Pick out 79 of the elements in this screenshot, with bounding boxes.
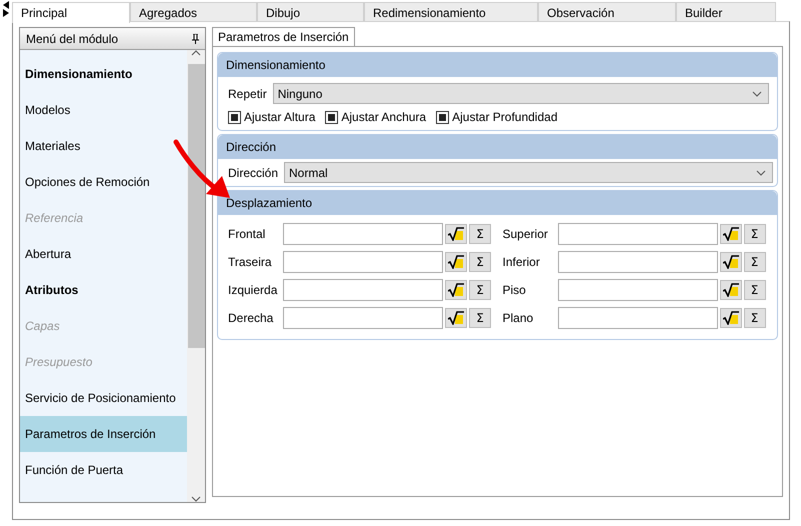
square-root-icon xyxy=(448,227,464,241)
input-field[interactable] xyxy=(283,279,443,301)
formula-button[interactable] xyxy=(445,224,467,244)
pin-icon[interactable] xyxy=(192,34,199,44)
checkbox[interactable] xyxy=(436,110,450,124)
scroll-down-icon xyxy=(191,496,201,502)
formula-button[interactable] xyxy=(445,252,467,272)
square-root-icon xyxy=(722,283,738,297)
dropdown[interactable]: Normal xyxy=(284,162,773,183)
dropdown[interactable]: Ninguno xyxy=(272,83,769,104)
input-field[interactable] xyxy=(283,251,443,273)
field-label: Repetir xyxy=(228,86,267,100)
formula-button[interactable] xyxy=(720,308,742,328)
menu-item[interactable]: Servicio de Posicionamiento xyxy=(20,380,187,416)
square-root-icon xyxy=(722,311,738,325)
menu-item[interactable]: Parametros de Inserción xyxy=(20,416,187,452)
sum-button[interactable]: Σ xyxy=(744,280,766,300)
checkbox-label: Ajustar Profundidad xyxy=(452,110,558,124)
checkbox-label: Ajustar Altura xyxy=(244,110,316,124)
square-root-icon xyxy=(448,255,464,269)
tab[interactable]: Redimensionamiento xyxy=(364,2,538,22)
field-label: Superior xyxy=(502,227,549,241)
sum-button[interactable]: Σ xyxy=(744,308,766,328)
right-arrow-icon[interactable] xyxy=(2,9,10,17)
menu-item[interactable]: Función de Puerta xyxy=(20,452,187,488)
scrollbar-thumb[interactable] xyxy=(188,64,204,348)
field-label: Frontal xyxy=(228,227,266,241)
sum-button[interactable]: Σ xyxy=(744,224,766,244)
input-field[interactable] xyxy=(558,251,718,273)
menu-item[interactable]: Dimensionamiento xyxy=(20,56,187,92)
input-field[interactable] xyxy=(558,223,718,245)
scrollbar[interactable] xyxy=(187,50,205,502)
tab[interactable]: Dibujo xyxy=(257,2,364,22)
tab[interactable]: Parametros de Inserción xyxy=(212,27,355,46)
sum-button[interactable]: Σ xyxy=(744,252,766,272)
menu-item[interactable]: Atributos xyxy=(20,272,187,308)
sum-button[interactable]: Σ xyxy=(469,308,491,328)
formula-button[interactable] xyxy=(445,308,467,328)
field-label: Traseira xyxy=(228,255,273,269)
tab[interactable]: Observación xyxy=(538,2,676,22)
section-title: Desplazamiento xyxy=(226,196,312,210)
menu-item[interactable]: Opciones de Remoción xyxy=(20,164,187,200)
sum-button[interactable]: Σ xyxy=(469,252,491,272)
sum-button[interactable]: Σ xyxy=(469,224,491,244)
square-root-icon xyxy=(448,283,464,297)
chevron-down-icon xyxy=(756,170,766,176)
field-label: Piso xyxy=(502,283,527,297)
checkbox[interactable] xyxy=(228,110,241,124)
checkbox[interactable] xyxy=(325,110,338,124)
input-field[interactable] xyxy=(283,223,443,245)
field-label: Derecha xyxy=(228,311,274,325)
formula-button[interactable] xyxy=(720,280,742,300)
section-title: Dirección xyxy=(226,140,276,154)
chevron-down-icon xyxy=(752,90,762,96)
field-label: Dirección xyxy=(228,166,278,180)
formula-button[interactable] xyxy=(720,224,742,244)
menu-item[interactable]: Materiales xyxy=(20,128,187,164)
checkbox-label: Ajustar Anchura xyxy=(341,110,426,124)
tab[interactable]: Principal xyxy=(12,2,130,23)
field-label: Plano xyxy=(502,311,534,325)
formula-button[interactable] xyxy=(445,280,467,300)
scroll-up-icon[interactable] xyxy=(191,50,201,56)
tab[interactable]: Agregados xyxy=(130,2,257,22)
tab[interactable]: Builder xyxy=(676,2,776,22)
sum-button[interactable]: Σ xyxy=(469,280,491,300)
section-title: Dimensionamiento xyxy=(226,58,326,72)
menu-item[interactable]: Abertura xyxy=(20,236,187,272)
menu-item[interactable]: Modelos xyxy=(20,92,187,128)
input-field[interactable] xyxy=(558,279,718,301)
field-label: Izquierda xyxy=(228,283,278,297)
formula-button[interactable] xyxy=(720,252,742,272)
square-root-icon xyxy=(448,311,464,325)
input-field[interactable] xyxy=(283,307,443,329)
square-root-icon xyxy=(722,255,738,269)
module-menu-title: Menú del módulo xyxy=(26,32,118,46)
left-arrow-icon[interactable] xyxy=(2,1,10,9)
field-label: Inferior xyxy=(502,255,541,269)
square-root-icon xyxy=(722,227,738,241)
input-field[interactable] xyxy=(558,307,718,329)
